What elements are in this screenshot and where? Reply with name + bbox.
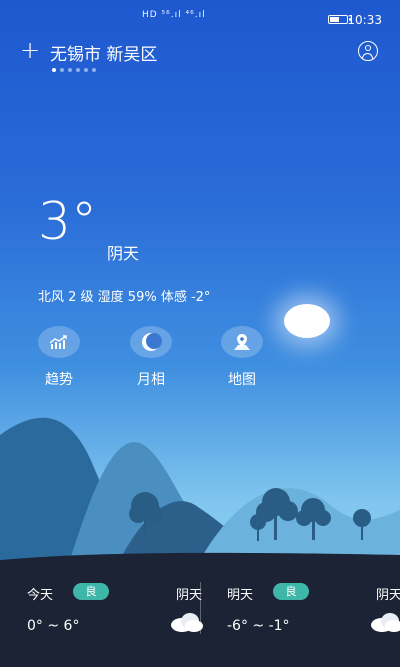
map-label: 地图 xyxy=(228,372,256,388)
aqi-badge: 良 xyxy=(73,583,109,600)
temperature-range: 0° ~ 6° xyxy=(27,618,80,634)
current-condition: 阴天 xyxy=(107,244,140,263)
moon-phase-label: 月相 xyxy=(137,372,165,388)
battery-icon xyxy=(328,15,351,24)
day-name: 今天 xyxy=(27,588,54,603)
moon-icon xyxy=(130,326,172,358)
page-dot xyxy=(76,68,80,72)
cloud-icon xyxy=(371,613,400,632)
trend-button[interactable]: 趋势 xyxy=(29,326,89,389)
status-bar: HD ⁵⁶.ıl ⁴⁶.ıl 10:33 xyxy=(0,0,400,40)
page-dot xyxy=(60,68,64,72)
user-profile-icon[interactable] xyxy=(358,41,378,61)
trend-chart-icon xyxy=(38,326,80,358)
page-dot xyxy=(52,68,56,72)
map-button[interactable]: 地图 xyxy=(212,326,272,389)
city-name[interactable]: 无锡市 新吴区 xyxy=(50,40,157,65)
cloud-icon xyxy=(171,613,203,632)
battery-level xyxy=(330,17,339,22)
page-indicator xyxy=(52,68,96,72)
status-time: 10:33 xyxy=(347,13,382,27)
moon-phase-button[interactable]: 月相 xyxy=(121,326,181,389)
page-dot xyxy=(68,68,72,72)
add-city-button[interactable]: + xyxy=(20,36,40,64)
current-temperature: 3° xyxy=(38,192,98,252)
day-condition: 阴天 xyxy=(375,588,400,603)
trend-label: 趋势 xyxy=(45,372,73,388)
forecast-tomorrow[interactable]: 明天 良 阴天 -6° ~ -1° xyxy=(227,583,400,644)
network-signal-icon: HD ⁵⁶.ıl ⁴⁶.ıl xyxy=(142,10,206,20)
map-pin-icon xyxy=(221,326,263,358)
day-name: 明天 xyxy=(227,588,254,603)
temperature-range: -6° ~ -1° xyxy=(227,618,290,634)
top-bar: + 无锡市 新吴区 xyxy=(0,36,400,72)
forecast-today[interactable]: 今天 良 阴天 0° ~ 6° xyxy=(27,583,203,644)
page-dot xyxy=(84,68,88,72)
aqi-badge: 良 xyxy=(273,583,309,600)
sun-illustration xyxy=(284,304,330,338)
forecast-divider xyxy=(200,582,201,634)
page-dot xyxy=(92,68,96,72)
weather-details: 北风 2 级 湿度 59% 体感 -2° xyxy=(38,290,211,305)
day-condition: 阴天 xyxy=(175,588,202,603)
